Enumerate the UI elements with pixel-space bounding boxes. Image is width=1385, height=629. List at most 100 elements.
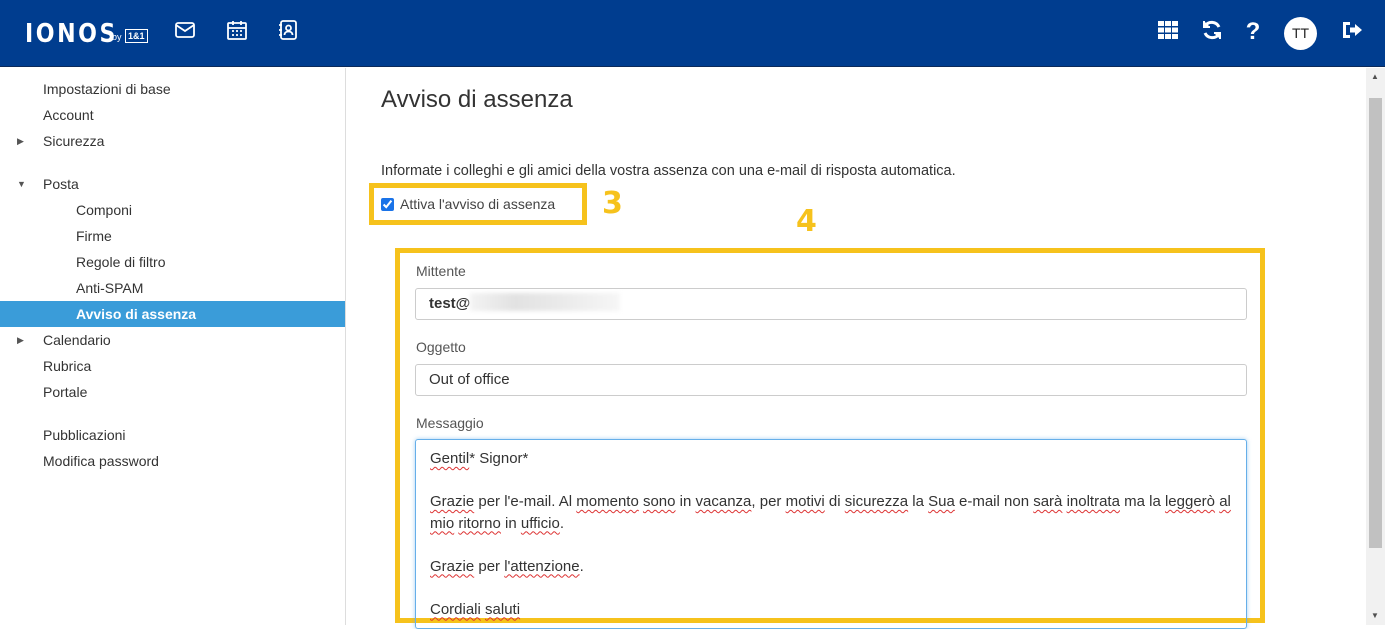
activate-absence-checkbox[interactable] bbox=[381, 198, 394, 211]
message-word: ufficio bbox=[520, 514, 560, 532]
scrollbar-thumb[interactable] bbox=[1369, 98, 1382, 548]
sidebar-item-regole-di-filtro[interactable]: Regole di filtro bbox=[0, 249, 345, 275]
message-word: vacanza bbox=[695, 493, 752, 510]
scroll-up-arrow-icon[interactable]: ▲ bbox=[1371, 72, 1379, 81]
scroll-down-arrow-icon[interactable]: ▼ bbox=[1371, 611, 1379, 620]
message-textarea[interactable]: Gentil* Signor* Grazie per l'e-mail. Al … bbox=[415, 439, 1247, 629]
sender-label: Mittente bbox=[416, 263, 466, 279]
message-word: ritorno bbox=[458, 514, 501, 532]
sidebar-item-label: Posta bbox=[43, 176, 79, 192]
message-word: . bbox=[559, 514, 564, 532]
main-content: Avviso di assenza Informate i colleghi e… bbox=[347, 68, 1366, 629]
settings-sidebar: Impostazioni di base Account ▶ Sicurezza … bbox=[0, 68, 346, 625]
message-word: inoltrata bbox=[1066, 493, 1120, 510]
sidebar-item-label: Sicurezza bbox=[43, 133, 105, 149]
message-word: l'attenzione bbox=[504, 557, 580, 575]
message-word: saluti bbox=[485, 600, 521, 618]
message-word: leggerò bbox=[1164, 493, 1216, 510]
message-word: ma la bbox=[1119, 493, 1165, 510]
sidebar-item-portale[interactable]: Portale bbox=[0, 379, 345, 405]
sidebar-item-pubblicazioni[interactable]: Pubblicazioni bbox=[0, 422, 345, 448]
top-navigation-bar: IONOS by 1&1 ? TT bbox=[0, 0, 1385, 67]
caret-right-icon[interactable]: ▶ bbox=[17, 128, 24, 154]
message-word: di bbox=[824, 493, 845, 510]
user-avatar[interactable]: TT bbox=[1284, 17, 1317, 50]
sidebar-item-label: Modifica password bbox=[43, 453, 159, 469]
sidebar-item-label: Rubrica bbox=[43, 358, 92, 374]
refresh-icon[interactable] bbox=[1200, 18, 1224, 42]
message-word: Sua bbox=[928, 493, 955, 510]
message-word: momento bbox=[576, 493, 639, 510]
sidebar-item-account[interactable]: Account bbox=[0, 102, 345, 128]
sidebar-item-posta[interactable]: ▼ Posta bbox=[0, 171, 345, 197]
word: * Signor* bbox=[469, 450, 529, 467]
message-closing: Cordiali saluti bbox=[430, 599, 1232, 621]
activate-absence-checkbox-row[interactable]: Attiva l'avviso di assenza bbox=[381, 196, 555, 212]
sidebar-item-label: Avviso di assenza bbox=[76, 306, 197, 322]
sidebar-item-label: Calendario bbox=[43, 332, 111, 348]
message-body: Grazie per l'e-mail. Al momento sono in … bbox=[430, 491, 1232, 534]
caret-down-icon[interactable]: ▼ bbox=[17, 171, 26, 197]
subject-input[interactable]: Out of office bbox=[415, 364, 1247, 396]
message-word: per l'e-mail. Al bbox=[474, 493, 577, 510]
contacts-icon[interactable] bbox=[276, 18, 300, 42]
sidebar-item-label: Firme bbox=[76, 228, 112, 244]
message-greeting: Gentil* Signor* bbox=[430, 448, 1232, 470]
message-thanks: Grazie per l'attenzione. bbox=[430, 556, 1232, 578]
sidebar-item-calendario[interactable]: ▶ Calendario bbox=[0, 327, 345, 353]
caret-right-icon[interactable]: ▶ bbox=[17, 327, 24, 353]
sidebar-item-label: Pubblicazioni bbox=[43, 427, 126, 443]
mail-icon[interactable] bbox=[173, 18, 197, 42]
logout-icon[interactable] bbox=[1339, 18, 1363, 42]
sender-value: test@ bbox=[429, 295, 471, 312]
sidebar-item-label: Account bbox=[43, 107, 94, 123]
message-word: , per bbox=[751, 493, 786, 510]
apps-grid-icon[interactable] bbox=[1156, 18, 1180, 42]
message-word: la bbox=[908, 493, 929, 510]
svg-text:?: ? bbox=[1246, 18, 1261, 42]
message-word: in bbox=[500, 514, 521, 532]
sender-field[interactable]: test@ bbox=[415, 288, 1247, 320]
message-word: sarà bbox=[1033, 493, 1063, 510]
calendar-icon[interactable] bbox=[225, 18, 249, 42]
annotation-number-4: 4 bbox=[796, 204, 817, 239]
annotation-number-3: 3 bbox=[602, 186, 623, 221]
sidebar-item-modifica-password[interactable]: Modifica password bbox=[0, 448, 345, 474]
message-word: al bbox=[1219, 493, 1231, 510]
subject-label: Oggetto bbox=[416, 339, 466, 355]
message-word: . bbox=[579, 557, 584, 575]
sidebar-item-label: Componi bbox=[76, 202, 133, 218]
message-word: mio bbox=[430, 514, 455, 532]
message-word: sono bbox=[642, 493, 676, 510]
sidebar-item-anti-spam[interactable]: Anti-SPAM bbox=[0, 275, 345, 301]
sidebar-item-avviso-di-assenza[interactable]: Avviso di assenza bbox=[0, 301, 345, 327]
sidebar-item-sicurezza[interactable]: ▶ Sicurezza bbox=[0, 128, 345, 154]
sidebar-item-label: Anti-SPAM bbox=[76, 280, 144, 296]
sidebar-item-label: Impostazioni di base bbox=[43, 81, 171, 97]
word: Gentil bbox=[430, 450, 470, 467]
message-word: Grazie bbox=[430, 557, 475, 575]
message-word: e-mail non bbox=[954, 493, 1034, 510]
sidebar-item-rubrica[interactable]: Rubrica bbox=[0, 353, 345, 379]
sidebar-item-impostazioni-di-base[interactable]: Impostazioni di base bbox=[0, 76, 345, 102]
vertical-scrollbar[interactable]: ▲ ▼ bbox=[1366, 68, 1385, 625]
sidebar-item-componi[interactable]: Componi bbox=[0, 197, 345, 223]
sidebar-item-label: Regole di filtro bbox=[76, 254, 166, 270]
logo-by-text: by bbox=[112, 32, 122, 42]
message-word: Cordiali bbox=[430, 600, 481, 618]
message-word: per bbox=[474, 557, 505, 575]
checkbox-label: Attiva l'avviso di assenza bbox=[400, 196, 556, 212]
intro-text: Informate i colleghi e gli amici della v… bbox=[381, 163, 956, 179]
sidebar-item-label: Portale bbox=[43, 384, 88, 400]
message-word: motivi bbox=[785, 493, 825, 510]
message-label: Messaggio bbox=[416, 415, 484, 431]
page-title: Avviso di assenza bbox=[381, 86, 573, 113]
redacted-email-domain bbox=[470, 293, 621, 311]
logo-1and1: 1&1 bbox=[125, 29, 148, 43]
message-word: Grazie bbox=[430, 493, 475, 510]
message-word: sicurezza bbox=[844, 493, 909, 510]
ionos-logo[interactable]: IONOS bbox=[25, 19, 118, 49]
help-icon[interactable]: ? bbox=[1241, 18, 1265, 45]
message-word: in bbox=[675, 493, 696, 510]
sidebar-item-firme[interactable]: Firme bbox=[0, 223, 345, 249]
